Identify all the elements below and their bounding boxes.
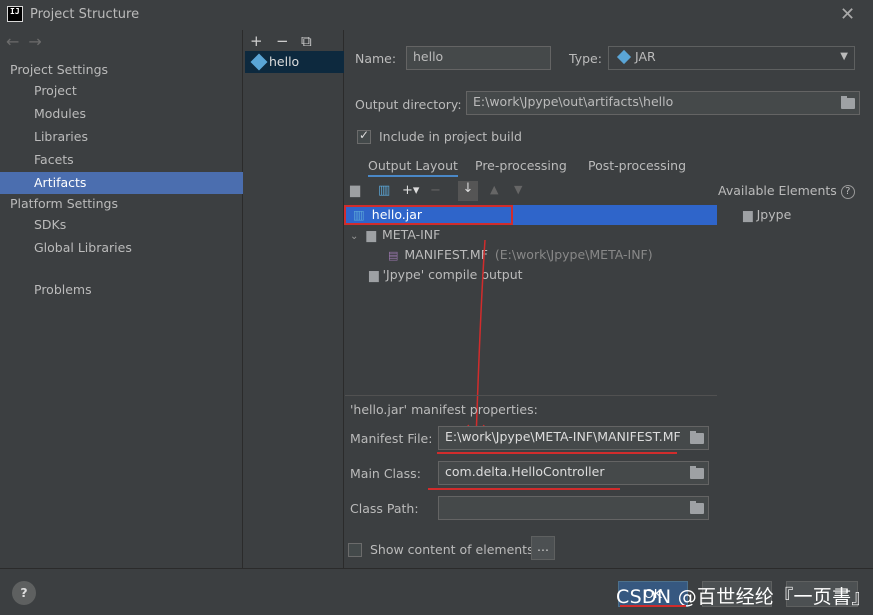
- include-in-build-checkbox[interactable]: [357, 128, 371, 144]
- tab-output-layout[interactable]: Output Layout: [368, 155, 458, 177]
- tree-row-meta-inf[interactable]: ⌄ ▆ META-INF: [350, 225, 440, 245]
- nav-arrows: ←→: [6, 32, 51, 51]
- sidebar-item-facets[interactable]: Facets: [0, 149, 243, 171]
- annotation-box: [344, 205, 513, 225]
- help-button[interactable]: ?: [12, 581, 36, 605]
- copy-artifact-icon[interactable]: ⧉: [301, 32, 312, 50]
- include-in-build-label: Include in project build: [378, 129, 522, 144]
- type-label: Type:: [569, 51, 602, 66]
- add-copy-icon[interactable]: +▾: [402, 183, 419, 198]
- folder-icon[interactable]: [690, 431, 704, 444]
- sidebar-item-project[interactable]: Project: [0, 80, 243, 102]
- name-input[interactable]: hello: [406, 46, 551, 70]
- main-class-input[interactable]: com.delta.HelloController: [438, 461, 709, 485]
- annotation-underline: [428, 488, 620, 490]
- main-class-value: com.delta.HelloController: [445, 464, 605, 479]
- artifact-name: hello: [269, 54, 300, 69]
- chevron-down-icon: ▼: [840, 51, 848, 62]
- help-circle-icon[interactable]: ?: [840, 184, 855, 199]
- manifest-file-label: Manifest File:: [350, 431, 433, 446]
- remove-element-icon[interactable]: −: [430, 183, 441, 198]
- name-label: Name:: [355, 51, 397, 66]
- output-directory-label: Output directory:: [355, 97, 462, 112]
- module-folder-icon: ▆: [743, 207, 753, 222]
- add-artifact-icon[interactable]: +: [250, 32, 263, 50]
- show-content-checkbox[interactable]: [348, 542, 362, 557]
- layout-tabs: Output Layout Pre-processing Post-proces…: [345, 155, 717, 179]
- include-in-build-row[interactable]: Include in project build: [357, 128, 522, 144]
- chevron-down-icon: ⌄: [350, 231, 359, 242]
- back-arrow-icon[interactable]: ←: [6, 32, 28, 51]
- new-directory-icon[interactable]: ▆: [350, 183, 360, 198]
- output-directory-input[interactable]: E:\work\Jpype\out\artifacts\hello: [466, 91, 860, 115]
- sidebar-item-artifacts[interactable]: Artifacts: [0, 172, 243, 194]
- available-item-label: Jpype: [756, 207, 792, 222]
- class-path-input[interactable]: [438, 496, 709, 520]
- move-up-icon[interactable]: ▲: [490, 183, 498, 196]
- divider: [345, 395, 717, 396]
- app-logo-icon: IJ: [7, 6, 23, 22]
- move-down-icon[interactable]: ▼: [514, 183, 522, 196]
- folder-icon[interactable]: [841, 96, 855, 109]
- add-archive-icon[interactable]: ▥: [378, 183, 390, 198]
- available-elements-label: Available Elements: [718, 183, 837, 198]
- tree-row-label: 'Jpype' compile output: [382, 267, 523, 282]
- window-title: Project Structure: [30, 7, 140, 22]
- jar-type-icon: [616, 49, 632, 65]
- forward-arrow-icon[interactable]: →: [28, 32, 50, 51]
- available-elements-header: Available Elements ?: [717, 183, 855, 199]
- type-select-value: JAR: [635, 49, 656, 64]
- folder-icon: ▆: [366, 227, 376, 242]
- type-select[interactable]: JAR ▼: [608, 46, 855, 70]
- tab-post-processing[interactable]: Post-processing: [588, 155, 686, 177]
- artifact-list-item[interactable]: hello: [245, 51, 344, 73]
- tree-row-manifest[interactable]: ▤ MANIFEST.MF (E:\work\Jpype\META-INF): [388, 245, 653, 265]
- show-content-more-button[interactable]: ...: [531, 536, 555, 560]
- module-output-icon: ▆: [369, 267, 379, 282]
- annotation-arrow: [467, 239, 486, 444]
- tree-row-label: META-INF: [381, 227, 441, 242]
- sidebar-item-problems[interactable]: Problems: [0, 279, 243, 301]
- sidebar-section-project-settings: Project Settings: [10, 62, 109, 77]
- folder-icon[interactable]: [690, 501, 704, 514]
- annotation-underline: [437, 452, 677, 454]
- close-icon[interactable]: ✕: [840, 4, 855, 25]
- tab-pre-processing[interactable]: Pre-processing: [475, 155, 567, 177]
- annotation-underline: [620, 605, 686, 607]
- manifest-file-icon: ▤: [388, 249, 399, 262]
- sidebar-item-modules[interactable]: Modules: [0, 103, 243, 125]
- manifest-file-input[interactable]: E:\work\Jpype\META-INF\MANIFEST.MF: [438, 426, 709, 450]
- jar-icon: [250, 53, 268, 71]
- main-class-label: Main Class:: [350, 466, 421, 481]
- remove-artifact-icon[interactable]: −: [276, 32, 289, 50]
- folder-icon[interactable]: [690, 466, 704, 479]
- class-path-label: Class Path:: [350, 501, 419, 516]
- sidebar-item-global-libraries[interactable]: Global Libraries: [0, 237, 243, 259]
- show-content-label: Show content of elements: [369, 542, 534, 557]
- output-directory-value: E:\work\Jpype\out\artifacts\hello: [473, 94, 674, 109]
- manifest-file-value: E:\work\Jpype\META-INF\MANIFEST.MF: [445, 429, 681, 444]
- manifest-properties-heading: 'hello.jar' manifest properties:: [350, 402, 538, 417]
- sidebar-section-platform-settings: Platform Settings: [10, 196, 118, 211]
- show-content-row[interactable]: Show content of elements: [348, 541, 534, 557]
- artifact-list-panel: [244, 30, 344, 568]
- sidebar-item-sdks[interactable]: SDKs: [0, 214, 243, 236]
- manifest-path: (E:\work\Jpype\META-INF): [494, 247, 653, 262]
- sidebar-item-libraries[interactable]: Libraries: [0, 126, 243, 148]
- available-item-jpype[interactable]: ▆ Jpype: [743, 207, 791, 222]
- sort-icon[interactable]: ↓: [458, 181, 478, 201]
